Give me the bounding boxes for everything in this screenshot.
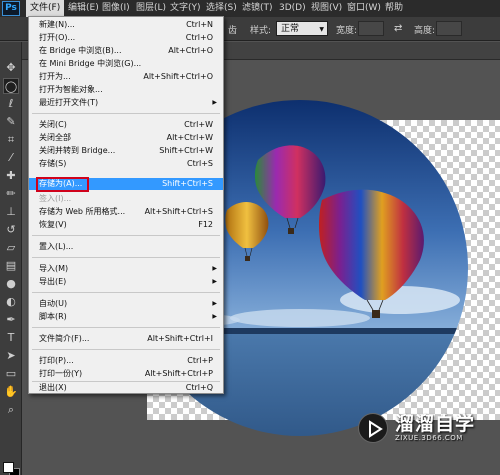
submenu-arrow-icon: ▶: [212, 278, 217, 285]
blur-tool-icon[interactable]: ●: [3, 276, 19, 292]
quick-select-tool-icon[interactable]: ✎: [3, 114, 19, 130]
menu-separator: [32, 349, 220, 350]
menu-separator: [32, 113, 220, 114]
pen-tool-icon[interactable]: ✒: [3, 312, 19, 328]
menu-item-close-all[interactable]: 关闭全部 Alt+Ctrl+W: [29, 132, 223, 144]
menu-separator: [32, 257, 220, 258]
save-as-highlight-box: [36, 177, 89, 192]
submenu-arrow-icon: ▶: [212, 300, 217, 307]
type-tool-icon[interactable]: T: [3, 330, 19, 346]
eyedropper-tool-icon[interactable]: ⁄: [3, 150, 19, 166]
crop-tool-icon[interactable]: ⌗: [3, 132, 19, 148]
submenu-arrow-icon: ▶: [212, 99, 217, 106]
dodge-tool-icon[interactable]: ◐: [3, 294, 19, 310]
menu-item-print[interactable]: 打印(P)... Ctrl+P: [29, 355, 223, 367]
menu-item-open-as[interactable]: 打开为... Alt+Shift+Ctrl+O: [29, 71, 223, 83]
menu-separator: [32, 327, 220, 328]
move-tool-icon[interactable]: ✥: [3, 60, 19, 76]
menu-item-save[interactable]: 存储(S) Ctrl+S: [29, 158, 223, 170]
menu-separator: [32, 292, 220, 293]
foreground-color-swatch[interactable]: [3, 462, 14, 473]
menu-item-revert[interactable]: 恢复(V) F12: [29, 219, 223, 231]
lasso-tool-icon[interactable]: ℓ: [3, 96, 19, 112]
shape-tool-icon[interactable]: ▭: [3, 366, 19, 382]
gradient-tool-icon[interactable]: ▤: [3, 258, 19, 274]
healing-brush-icon[interactable]: ✚: [3, 168, 19, 184]
hand-tool-icon[interactable]: ✋: [3, 384, 19, 400]
watermark-subtitle: ZIXUE.3D66.COM: [395, 434, 463, 442]
menu-item-new[interactable]: 新建(N)... Ctrl+N: [29, 19, 223, 31]
menu-item-file-info[interactable]: 文件简介(F)... Alt+Shift+Ctrl+I: [29, 333, 223, 345]
menu-item-recent-files[interactable]: 最近打开文件(T) ▶: [29, 97, 223, 109]
menu-item-scripts[interactable]: 脚本(R) ▶: [29, 311, 223, 323]
menu-item-save-for-web[interactable]: 存储为 Web 所用格式... Alt+Shift+Ctrl+S: [29, 206, 223, 218]
marquee-tool-icon[interactable]: ◯: [3, 78, 19, 94]
menu-item-export[interactable]: 导出(E) ▶: [29, 276, 223, 288]
menu-item-open[interactable]: 打开(O)... Ctrl+O: [29, 32, 223, 44]
brush-tool-icon[interactable]: ✏: [3, 186, 19, 202]
menu-item-import[interactable]: 导入(M) ▶: [29, 263, 223, 275]
menu-item-print-one-copy[interactable]: 打印一份(Y) Alt+Shift+Ctrl+P: [29, 368, 223, 380]
path-select-icon[interactable]: ➤: [3, 348, 19, 364]
menu-item-check-in: 签入(I)...: [39, 194, 72, 203]
eraser-tool-icon[interactable]: ▱: [3, 240, 19, 256]
menu-item-exit[interactable]: 退出(X) Ctrl+Q: [29, 382, 223, 394]
submenu-arrow-icon: ▶: [212, 265, 217, 272]
menu-item-browse-bridge[interactable]: 在 Bridge 中浏览(B)... Alt+Ctrl+O: [29, 45, 223, 57]
menu-item-automate[interactable]: 自动(U) ▶: [29, 298, 223, 310]
watermark-title: 溜溜自学: [395, 413, 476, 435]
tools-panel: ✥ ◯ ℓ ✎ ⌗ ⁄ ✚ ✏ ⊥ ↺ ▱ ▤ ● ◐ ✒ T ➤ ▭ ✋ ⌕: [0, 42, 22, 475]
clone-stamp-icon[interactable]: ⊥: [3, 204, 19, 220]
menu-item-place[interactable]: 置入(L)...: [29, 241, 223, 253]
menu-item-open-smart-object[interactable]: 打开为智能对象...: [29, 84, 223, 96]
menu-separator: [32, 235, 220, 236]
menu-item-close[interactable]: 关闭(C) Ctrl+W: [29, 119, 223, 131]
menu-item-browse-mini-bridge[interactable]: 在 Mini Bridge 中浏览(G)...: [29, 58, 223, 70]
history-brush-icon[interactable]: ↺: [3, 222, 19, 238]
submenu-arrow-icon: ▶: [212, 313, 217, 320]
watermark-logo-icon: [358, 413, 388, 443]
file-menu-dropdown: 新建(N)... Ctrl+N 打开(O)... Ctrl+O 在 Bridge 中…: [28, 16, 224, 394]
zoom-tool-icon[interactable]: ⌕: [3, 402, 19, 418]
menu-item-close-go-bridge[interactable]: 关闭并转到 Bridge... Shift+Ctrl+W: [29, 145, 223, 157]
